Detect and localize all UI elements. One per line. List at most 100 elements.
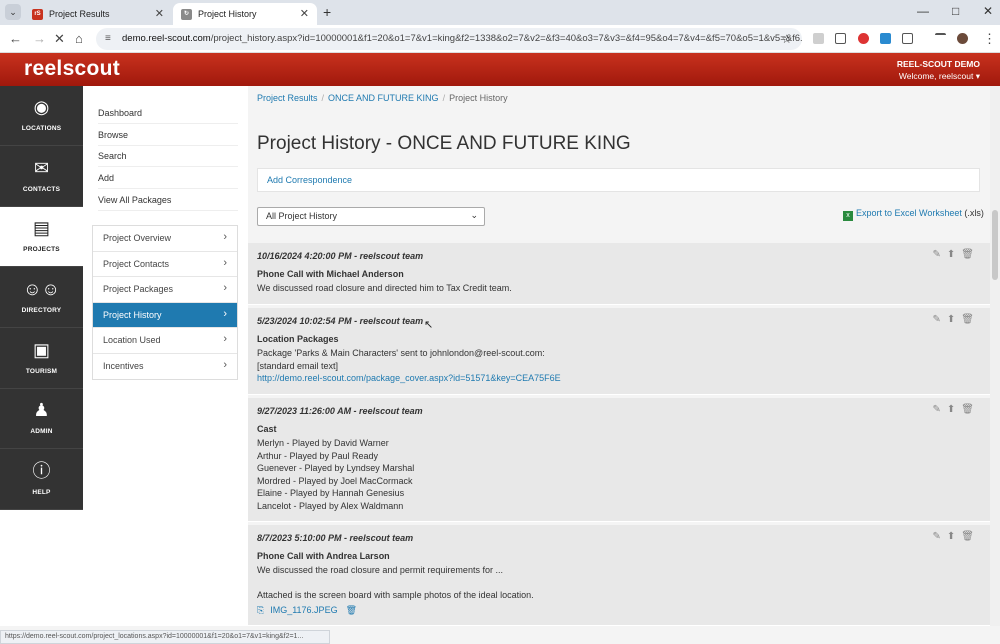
export-extension: (.xls) bbox=[964, 208, 984, 218]
tab-title: Project Results bbox=[49, 9, 110, 19]
tab-title: Project History bbox=[198, 9, 257, 19]
back-icon[interactable]: ← bbox=[9, 31, 22, 46]
close-tab-icon[interactable]: ✕ bbox=[155, 7, 164, 20]
delete-attachment-icon[interactable]: 🗑 bbox=[346, 605, 357, 615]
breadcrumb-separator: / bbox=[442, 93, 446, 103]
link-label: Location Used bbox=[103, 335, 161, 345]
entry-header: 5/23/2024 10:02:54 PM - reelscout team bbox=[257, 316, 424, 326]
trash-icon[interactable]: 🗑 bbox=[961, 404, 980, 415]
info-icon: ⓘ bbox=[32, 461, 51, 481]
close-window-icon[interactable]: ✕ bbox=[983, 4, 993, 18]
edit-icon[interactable]: ✎ bbox=[933, 531, 947, 542]
browser-toolbar: ← → ✕ ⌂ ≡ demo.reel-scout.com/project_hi… bbox=[0, 25, 1000, 53]
entry-line: Package 'Parks & Main Characters' sent t… bbox=[257, 348, 545, 358]
excel-icon: x bbox=[843, 211, 853, 221]
reelscout-logo[interactable]: reelscout bbox=[24, 57, 120, 81]
move-up-icon[interactable]: ⬆ bbox=[947, 404, 961, 415]
search-link[interactable]: Search bbox=[98, 145, 238, 167]
browser-tab-project-results[interactable]: rS Project Results ✕ bbox=[24, 3, 172, 25]
project-packages-link[interactable]: Project Packages › bbox=[93, 277, 237, 303]
move-up-icon[interactable]: ⬆ bbox=[947, 314, 961, 325]
main-icon-nav: ◉ LOCATIONS ✉ CONTACTS ▤ PROJECTS ☺☺ DIR… bbox=[0, 86, 83, 510]
forward-icon[interactable]: → bbox=[33, 31, 46, 46]
nav-tourism[interactable]: ▣ TOURISM bbox=[0, 329, 83, 389]
nav-directory[interactable]: ☺☺ DIRECTORY bbox=[0, 268, 83, 328]
welcome-menu[interactable]: Welcome, reelscout ▾ bbox=[899, 71, 980, 82]
chevron-right-icon: › bbox=[223, 307, 227, 320]
trash-icon[interactable]: 🗑 bbox=[961, 314, 980, 325]
browser-tabstrip: ⌄ rS Project Results ✕ ↻ Project History… bbox=[0, 0, 1000, 25]
add-link[interactable]: Add bbox=[98, 167, 238, 189]
profile-avatar[interactable] bbox=[957, 33, 968, 44]
move-up-icon[interactable]: ⬆ bbox=[947, 249, 961, 260]
history-entry: 5/23/2024 10:02:54 PM - reelscout team ✎… bbox=[248, 308, 990, 395]
address-bar[interactable]: ≡ demo.reel-scout.com/project_history.as… bbox=[96, 28, 802, 50]
edit-icon[interactable]: ✎ bbox=[933, 404, 947, 415]
entry-line: Lancelot - Played by Alex Waldmann bbox=[257, 500, 404, 511]
nav-help[interactable]: ⓘ HELP bbox=[0, 450, 83, 510]
history-filter-select[interactable]: All Project History ⌄ bbox=[257, 207, 485, 226]
breadcrumb-project[interactable]: ONCE AND FUTURE KING bbox=[328, 93, 439, 103]
maximize-window-icon[interactable]: □ bbox=[952, 4, 959, 18]
project-overview-link[interactable]: Project Overview › bbox=[93, 226, 237, 252]
close-tab-icon[interactable]: ✕ bbox=[300, 7, 309, 20]
entry-line: Merlyn - Played by David Warner bbox=[257, 438, 389, 448]
entry-header: 8/7/2023 5:10:00 PM - reelscout team bbox=[257, 533, 414, 543]
minimize-window-icon[interactable]: — bbox=[917, 4, 929, 18]
chevron-right-icon: › bbox=[223, 231, 227, 243]
puzzle-icon[interactable] bbox=[902, 33, 913, 44]
chevron-down-icon: ⌄ bbox=[470, 210, 478, 220]
stop-icon[interactable]: ✕ bbox=[54, 31, 65, 47]
extension-red-icon[interactable] bbox=[858, 33, 869, 44]
entry-line: Guenever - Played by Lyndsey Marshal bbox=[257, 463, 415, 473]
project-sections-list: Project Overview › Project Contacts › Proj… bbox=[92, 225, 238, 380]
nav-locations[interactable]: ◉ LOCATIONS bbox=[0, 86, 83, 146]
nav-label: DIRECTORY bbox=[21, 307, 62, 314]
dashboard-link[interactable]: Dashboard bbox=[98, 102, 238, 124]
entry-line: Arthur - Played by Paul Ready bbox=[257, 450, 379, 461]
view-all-packages-link[interactable]: View All Packages bbox=[98, 189, 238, 211]
nav-contacts[interactable]: ✉ CONTACTS bbox=[0, 147, 83, 207]
edit-icon[interactable]: ✎ bbox=[933, 314, 947, 325]
filter-selected-value: All Project History bbox=[266, 211, 338, 221]
add-correspondence-link[interactable]: Add Correspondence bbox=[257, 168, 980, 192]
move-up-icon[interactable]: ⬆ bbox=[947, 531, 961, 542]
breadcrumb-separator: / bbox=[321, 93, 325, 103]
chevron-right-icon: › bbox=[223, 256, 227, 269]
export-excel-link[interactable]: x Export to Excel Worksheet (.xls) bbox=[843, 208, 984, 221]
nav-admin[interactable]: ♟ ADMIN bbox=[0, 389, 83, 449]
project-contacts-link[interactable]: Project Contacts › bbox=[93, 252, 237, 277]
browse-link[interactable]: Browse bbox=[98, 124, 238, 146]
reading-list-icon[interactable] bbox=[935, 33, 946, 44]
entry-subject: Location Packages bbox=[257, 334, 339, 344]
location-used-link[interactable]: Location Used › bbox=[93, 328, 237, 354]
package-cover-link[interactable]: http://demo.reel-scout.com/package_cover… bbox=[257, 373, 561, 383]
home-icon[interactable]: ⌂ bbox=[75, 31, 83, 46]
attachment-link[interactable]: IMG_1176.JPEG bbox=[270, 605, 337, 615]
bookmark-star-icon[interactable]: ☆ bbox=[781, 28, 792, 50]
breadcrumb: Project Results / ONCE AND FUTURE KING / Pro… bbox=[257, 93, 508, 103]
breadcrumb-project-results[interactable]: Project Results bbox=[257, 93, 318, 103]
page-scrollbar[interactable] bbox=[990, 86, 1000, 626]
incentives-link[interactable]: Incentives › bbox=[93, 354, 237, 380]
trash-icon[interactable]: 🗑 bbox=[961, 249, 980, 260]
paperclip-icon: ⎘ bbox=[257, 605, 265, 615]
extension-icon[interactable] bbox=[813, 33, 824, 44]
nav-projects[interactable]: ▤ PROJECTS bbox=[0, 207, 83, 267]
project-submenu: Dashboard Browse Search Add View All Pac… bbox=[83, 86, 248, 626]
new-tab-button[interactable]: + bbox=[323, 4, 331, 20]
entry-body: Merlyn - Played by David Warner Arthur -… bbox=[257, 437, 414, 512]
project-history-link[interactable]: Project History › bbox=[93, 302, 237, 328]
trash-icon[interactable]: 🗑 bbox=[961, 531, 980, 542]
browser-tab-project-history[interactable]: ↻ Project History ✕ bbox=[173, 3, 317, 25]
entry-line: We discussed road closure and directed h… bbox=[257, 283, 512, 293]
site-info-icon[interactable]: ≡ bbox=[105, 28, 111, 50]
spy-icon: ♟ bbox=[33, 400, 50, 420]
tab-search-menu[interactable]: ⌄ bbox=[5, 4, 21, 20]
screenshot-icon[interactable] bbox=[835, 33, 846, 44]
url-path: /project_history.aspx?id=10000001&f1=20&… bbox=[210, 33, 802, 44]
browser-menu-icon[interactable]: ⋮ bbox=[983, 31, 996, 47]
edit-icon[interactable]: ✎ bbox=[933, 249, 947, 260]
extension-blue-icon[interactable] bbox=[880, 33, 891, 44]
scrollbar-thumb[interactable] bbox=[992, 210, 998, 280]
